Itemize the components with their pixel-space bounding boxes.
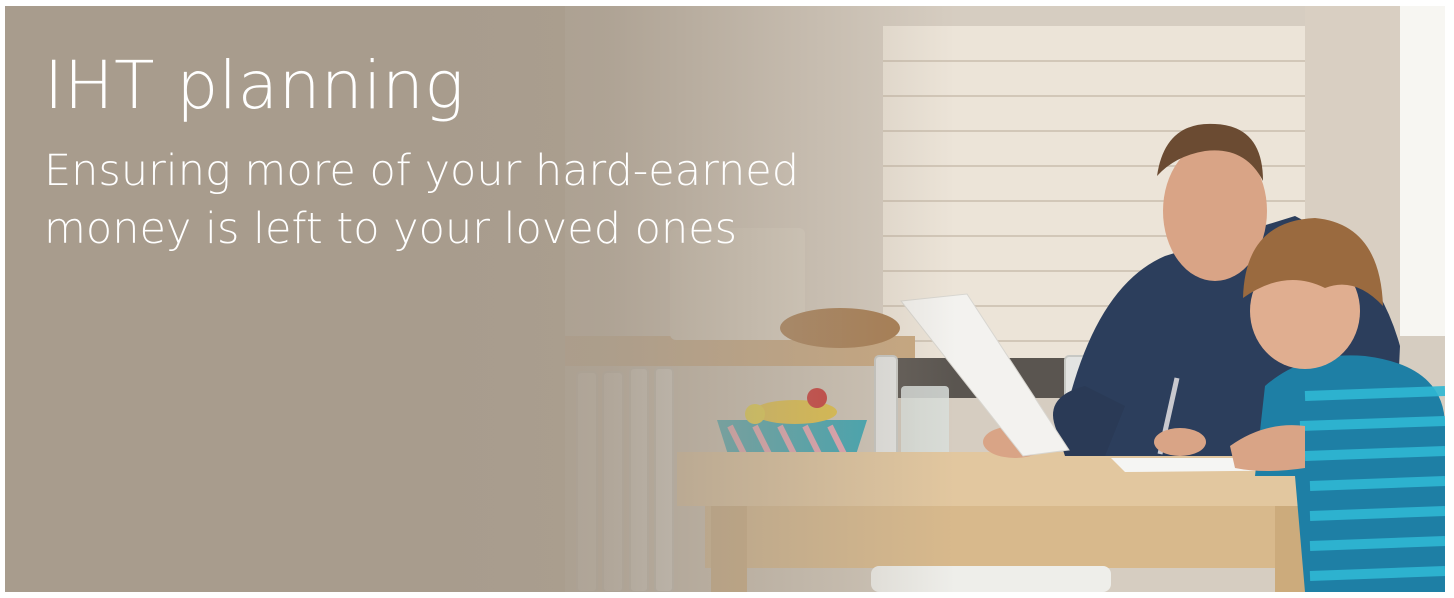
hero-subtitle: Ensuring more of your hard-earned money … (44, 146, 800, 254)
hero-title: IHT planning (44, 47, 465, 124)
hero-text-block: IHT planning Ensuring more of your hard-… (44, 44, 834, 258)
hero-banner: IHT planning Ensuring more of your hard-… (5, 6, 1445, 592)
